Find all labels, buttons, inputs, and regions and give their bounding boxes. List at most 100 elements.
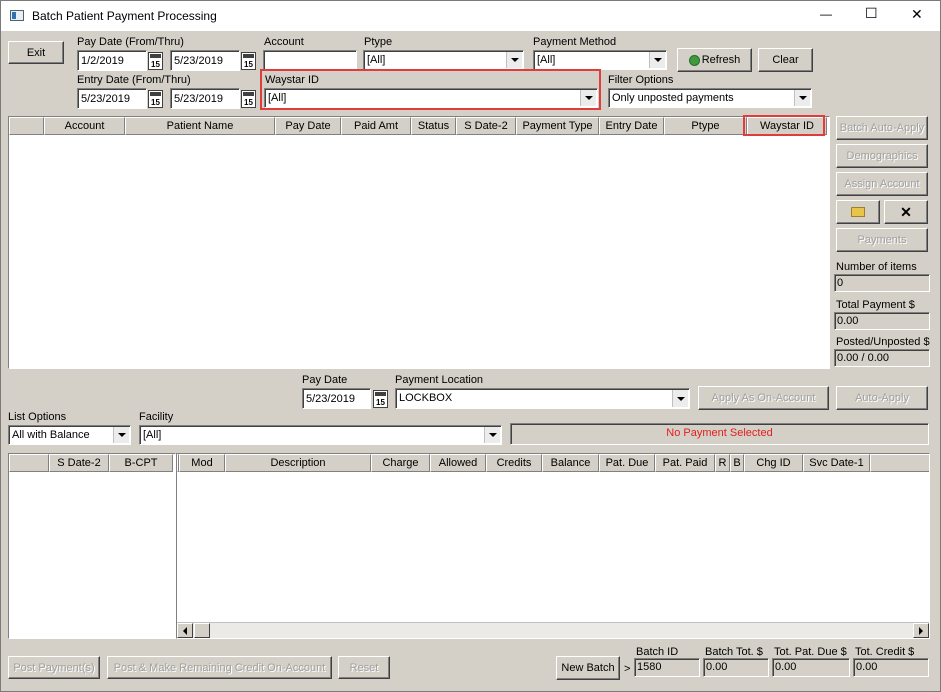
clear-button[interactable]: Clear	[758, 48, 813, 72]
status-message: No Payment Selected	[666, 427, 773, 439]
payments-col-paid-amt[interactable]: Paid Amt	[341, 117, 411, 135]
filter-options-label: Filter Options	[608, 74, 674, 86]
scroll-thumb[interactable]	[194, 623, 210, 638]
entry-date-thru-field[interactable]: 5/23/2019	[170, 88, 240, 109]
status-message-box: No Payment Selected	[510, 423, 929, 445]
batch-arrow: >	[624, 663, 631, 675]
ptype-label: Ptype	[364, 36, 393, 48]
payment-method-value: [All]	[537, 54, 556, 66]
delete-icon: ✕	[900, 203, 912, 220]
maximize-button[interactable]: ☐	[865, 6, 878, 20]
payments-col-s-date-2[interactable]: S Date-2	[456, 117, 516, 135]
payments-col-status[interactable]: Status	[411, 117, 456, 135]
payment-method-select[interactable]: [All]	[533, 50, 667, 70]
waystar-id-label: Waystar ID	[265, 74, 319, 86]
service-col-s-date-2[interactable]: S Date-2	[49, 454, 109, 472]
charges-col-r[interactable]: R	[715, 454, 730, 472]
chevron-down-icon[interactable]	[580, 90, 596, 106]
charges-col-chg-id[interactable]: Chg ID	[744, 454, 803, 472]
chevron-down-icon[interactable]	[113, 427, 129, 443]
pay-date-from-calendar-icon[interactable]: 15	[148, 52, 163, 70]
payments-col-entry-date[interactable]: Entry Date	[599, 117, 664, 135]
pay-date-calendar-icon[interactable]: 15	[373, 390, 388, 408]
close-button[interactable]: ✕	[911, 7, 923, 21]
minimize-button[interactable]: —	[820, 8, 832, 21]
refresh-button[interactable]: Refresh	[677, 48, 752, 72]
post-payments-button[interactable]: Post Payment(s)	[8, 656, 100, 679]
apply-on-account-button[interactable]: Apply As On-Account	[698, 386, 829, 410]
service-lines-grid[interactable]: S Date-2 B-CPT	[8, 453, 176, 639]
entry-date-thru-calendar-icon[interactable]: 15	[241, 90, 256, 108]
charges-col-b[interactable]: B	[730, 454, 744, 472]
folder-button[interactable]	[836, 200, 880, 224]
list-options-value: All with Balance	[12, 429, 90, 441]
post-remaining-credit-button[interactable]: Post & Make Remaining Credit On-Account	[107, 656, 332, 679]
charges-col-mod[interactable]: Mod	[179, 454, 225, 472]
pay-date-from-field[interactable]: 1/2/2019	[77, 50, 147, 71]
payments-col-payment-type[interactable]: Payment Type	[516, 117, 599, 135]
batch-auto-apply-button[interactable]: Batch Auto-Apply	[836, 116, 928, 140]
payments-button[interactable]: Payments	[836, 228, 928, 252]
filter-options-select[interactable]: Only unposted payments	[608, 88, 812, 108]
service-col-b-cpt[interactable]: B-CPT	[109, 454, 173, 472]
charges-col-pat-paid[interactable]: Pat. Paid	[655, 454, 715, 472]
entry-date-from-field[interactable]: 5/23/2019	[77, 88, 147, 109]
facility-select[interactable]: [All]	[139, 425, 502, 445]
payments-col-patient-name[interactable]: Patient Name	[125, 117, 275, 135]
chevron-down-icon[interactable]	[484, 427, 500, 443]
charges-col-credits[interactable]: Credits	[486, 454, 542, 472]
entry-date-from-calendar-icon[interactable]: 15	[148, 90, 163, 108]
waystar-id-value: [All]	[268, 92, 287, 104]
payments-grid-header: Account Patient Name Pay Date Paid Amt S…	[9, 117, 827, 135]
pay-date-thru-calendar-icon[interactable]: 15	[241, 52, 256, 70]
app-icon	[10, 10, 24, 21]
auto-apply-button[interactable]: Auto-Apply	[836, 386, 928, 410]
exit-button[interactable]: Exit	[8, 41, 64, 64]
account-input[interactable]	[263, 50, 357, 70]
total-payment-label: Total Payment $	[836, 299, 915, 311]
charges-col-fa[interactable]: Fa	[870, 454, 929, 472]
charges-horizontal-scrollbar[interactable]	[177, 622, 929, 638]
new-batch-button[interactable]: New Batch	[556, 656, 620, 680]
payments-col-selector[interactable]	[9, 117, 44, 135]
charges-col-charge[interactable]: Charge	[371, 454, 430, 472]
app-window: Batch Patient Payment Processing — ☐ ✕ E…	[0, 0, 941, 692]
charges-col-pat-due[interactable]: Pat. Due	[599, 454, 655, 472]
chevron-down-icon[interactable]	[649, 52, 665, 68]
charges-col-svc-date-1[interactable]: Svc Date-1	[803, 454, 870, 472]
payment-method-label: Payment Method	[533, 36, 617, 48]
charges-col-description[interactable]: Description	[225, 454, 371, 472]
service-col-selector[interactable]	[9, 454, 49, 472]
title-bar: Batch Patient Payment Processing — ☐ ✕	[1, 1, 940, 31]
demographics-button[interactable]: Demographics	[836, 144, 928, 168]
entry-date-range-label: Entry Date (From/Thru)	[77, 74, 191, 86]
scroll-left-button[interactable]	[177, 623, 193, 638]
charges-col-allowed[interactable]: Allowed	[430, 454, 486, 472]
tot-pat-due-value: 0.00	[772, 658, 850, 677]
ptype-value: [All]	[367, 54, 386, 66]
payments-col-account[interactable]: Account	[44, 117, 125, 135]
waystar-id-select[interactable]: [All]	[264, 88, 598, 108]
charges-grid[interactable]: Mod Description Charge Allowed Credits B…	[176, 453, 930, 639]
charges-col-balance[interactable]: Balance	[542, 454, 599, 472]
list-options-select[interactable]: All with Balance	[8, 425, 131, 445]
payments-col-ptype[interactable]: Ptype	[664, 117, 747, 135]
delete-button[interactable]: ✕	[884, 200, 928, 224]
chevron-down-icon[interactable]	[506, 52, 522, 68]
assign-account-button[interactable]: Assign Account	[836, 172, 928, 196]
filter-options-value: Only unposted payments	[612, 92, 734, 104]
chevron-down-icon[interactable]	[672, 390, 688, 407]
pay-date-thru-field[interactable]: 5/23/2019	[170, 50, 240, 71]
chevron-down-icon[interactable]	[794, 90, 810, 106]
reset-button[interactable]: Reset	[338, 656, 390, 679]
waystar-column-highlight	[743, 115, 825, 136]
ptype-select[interactable]: [All]	[363, 50, 524, 70]
pay-date-range-label: Pay Date (From/Thru)	[77, 36, 184, 48]
payment-location-select[interactable]: LOCKBOX	[395, 388, 690, 409]
posted-unposted-label: Posted/Unposted $	[836, 336, 930, 348]
pay-date-field[interactable]: 5/23/2019	[302, 388, 371, 409]
facility-label: Facility	[139, 411, 174, 423]
payments-grid[interactable]: Account Patient Name Pay Date Paid Amt S…	[8, 116, 830, 369]
payments-col-pay-date[interactable]: Pay Date	[275, 117, 341, 135]
scroll-right-button[interactable]	[913, 623, 929, 638]
